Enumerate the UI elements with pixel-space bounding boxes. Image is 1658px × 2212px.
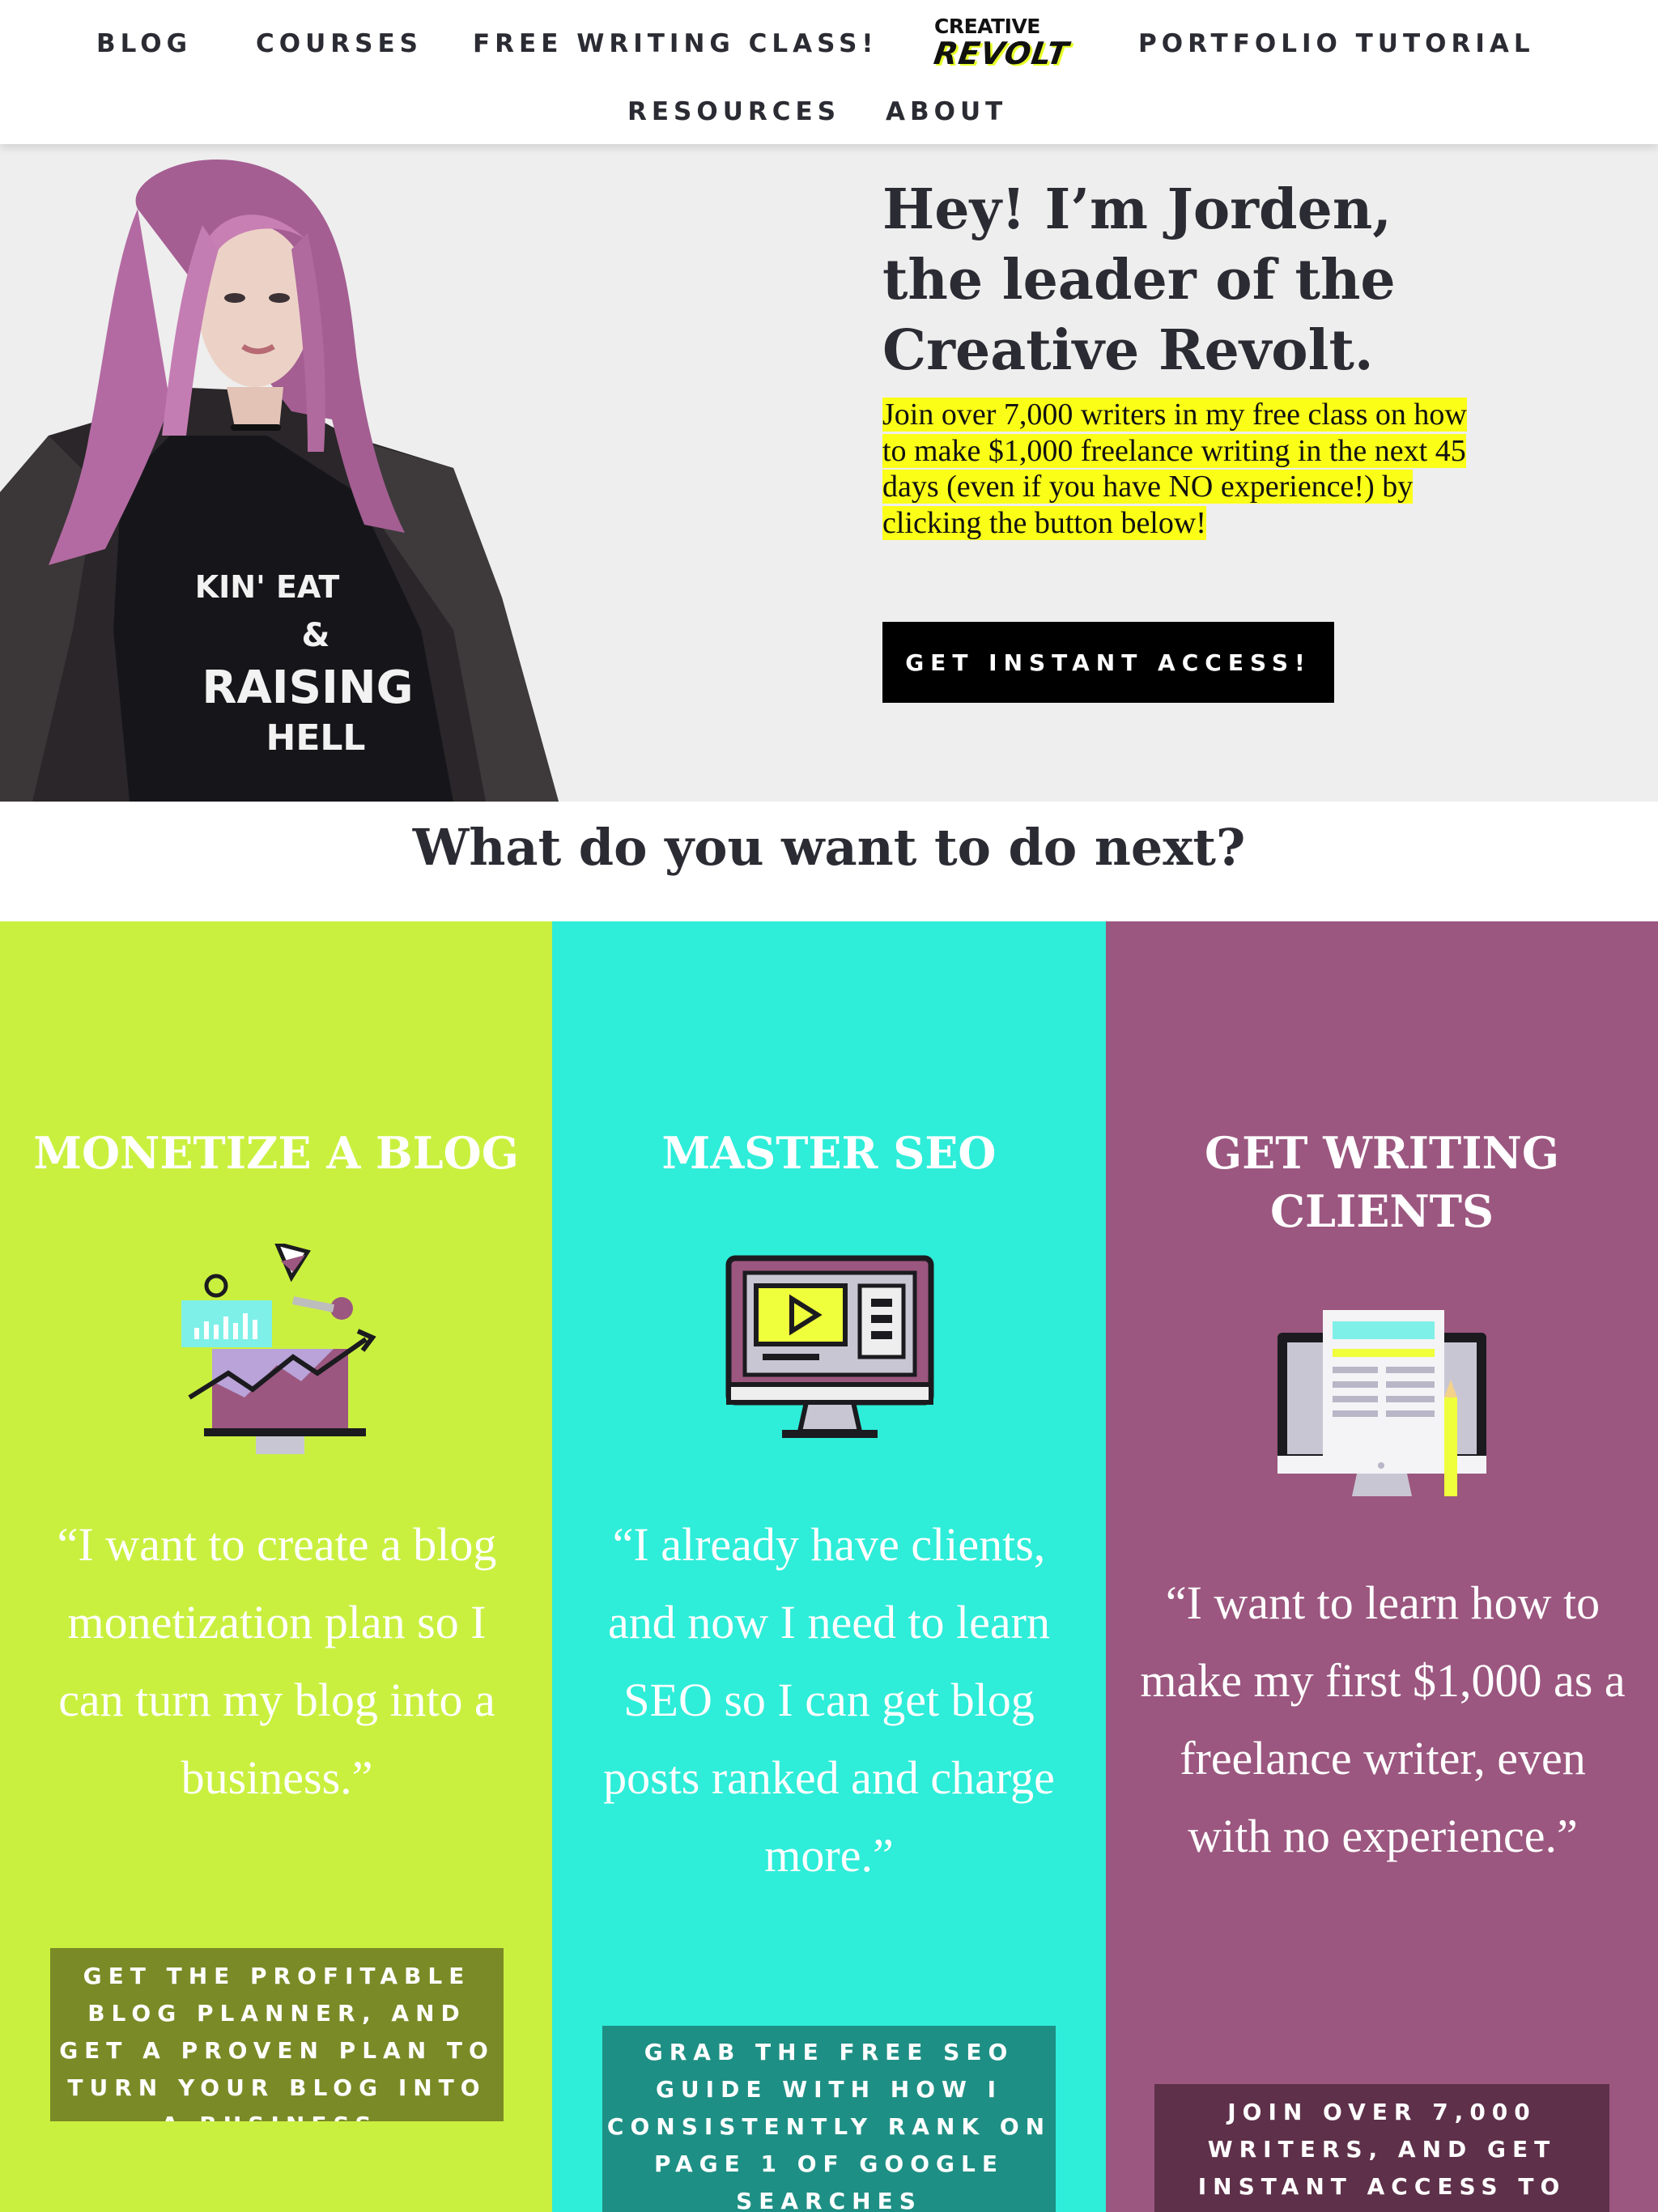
- shirt-text-line3: RAISING: [202, 661, 413, 714]
- join-writers-button[interactable]: JOIN OVER 7,000 WRITERS, AND GET INSTANT…: [1154, 2084, 1609, 2212]
- column-quote: “I want to create a blog monetization pl…: [57, 1518, 497, 1804]
- nav-link-free-writing-class[interactable]: FREE WRITING CLASS!: [473, 29, 878, 58]
- column-writing-clients: GET WRITING CLIENTS “I want to learn how…: [1106, 921, 1658, 2212]
- column-title: GET WRITING CLIENTS: [1205, 1127, 1559, 1237]
- column-monetize-blog: MONETIZE A BLOG “I want to create a blog…: [0, 921, 552, 2212]
- hero-section: KIN' EAT & RAISING HELL Hey! I’m Jorden,…: [0, 144, 1658, 802]
- column-title: MONETIZE A BLOG: [33, 1127, 519, 1179]
- get-instant-access-button[interactable]: GET INSTANT ACCESS!: [882, 622, 1334, 703]
- column-master-seo: MASTER SEO “I already have clients, and …: [552, 921, 1106, 2212]
- logo-text-bottom: REVOLT: [931, 36, 1072, 71]
- nav-link-courses[interactable]: COURSES: [256, 29, 423, 58]
- hero-title: Hey! I’m Jorden, the leader of the Creat…: [882, 177, 1396, 383]
- column-title: MASTER SEO: [661, 1127, 997, 1179]
- free-seo-guide-button[interactable]: GRAB THE FREE SEO GUIDE WITH HOW I CONSI…: [602, 2026, 1056, 2212]
- nav-link-resources[interactable]: RESOURCES: [627, 97, 840, 126]
- nav-link-blog[interactable]: BLOG: [96, 29, 192, 58]
- video-monitor-icon: [725, 1255, 934, 1438]
- jorden-portrait-photo: KIN' EAT & RAISING HELL: [0, 160, 559, 802]
- logo-text-top: CREATIVE: [934, 15, 1040, 38]
- top-navigation: BLOG COURSES FREE WRITING CLASS! CREATIV…: [0, 0, 1658, 144]
- column-quote: “I want to learn how to make my first $1…: [1140, 1576, 1626, 1862]
- hero-blurb-highlight: Join over 7,000 writers in my free class…: [882, 398, 1467, 540]
- nav-link-portfolio-tutorial[interactable]: PORTFOLIO TUTORIAL: [1138, 29, 1535, 58]
- profitable-blog-planner-button[interactable]: GET THE PROFITABLE BLOG PLANNER, AND GET…: [50, 1948, 504, 2121]
- shirt-text-line4: HELL: [266, 717, 366, 759]
- next-section-title: What do you want to do next?: [412, 818, 1246, 877]
- document-monitor-icon: [1278, 1310, 1486, 1496]
- growth-chart-monitor-icon: [181, 1244, 376, 1454]
- shirt-text-line1: KIN' EAT: [195, 569, 340, 605]
- creative-revolt-logo[interactable]: CREATIVE REVOLT: [931, 15, 1071, 74]
- column-quote: “I already have clients, and now I need …: [603, 1518, 1055, 1882]
- nav-link-about[interactable]: ABOUT: [886, 97, 1007, 126]
- hero-blurb: Join over 7,000 writers in my free class…: [882, 397, 1498, 541]
- shirt-text-line2: &: [302, 617, 330, 654]
